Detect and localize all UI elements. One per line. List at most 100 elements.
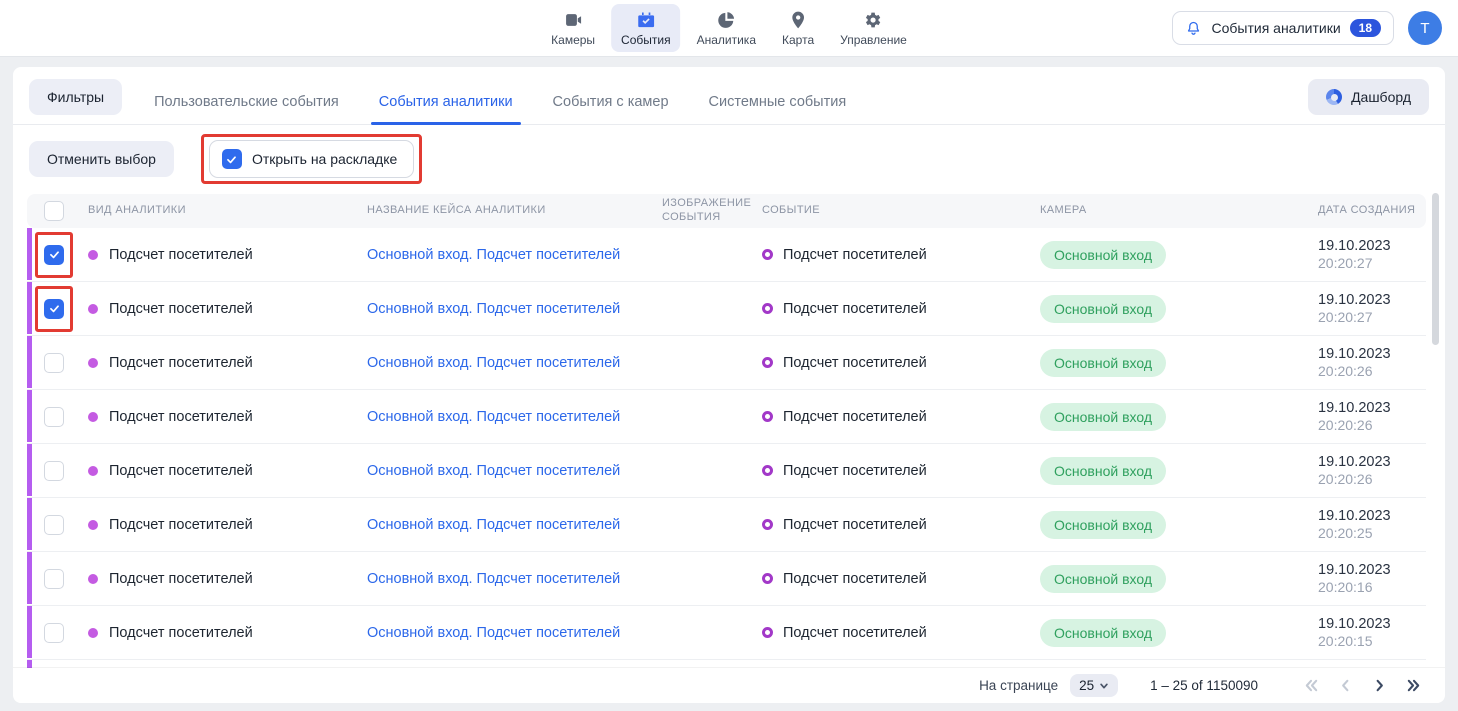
nav-item-map[interactable]: Карта (772, 4, 824, 52)
analytics-case-link[interactable]: Основной вход. Подсчет посетителей (367, 625, 620, 641)
camera-badge[interactable]: Основной вход (1040, 457, 1166, 485)
next-page-button[interactable] (1372, 678, 1387, 693)
camera-badge[interactable]: Основной вход (1040, 241, 1166, 269)
row-checkbox-annotation (44, 407, 64, 427)
notifications-count-badge: 18 (1350, 19, 1381, 37)
analytics-type-label: Подсчет посетителей (109, 625, 253, 641)
camera-badge[interactable]: Основной вход (1040, 349, 1166, 377)
created-time: 20:20:15 (1318, 633, 1373, 649)
event-tabs: Пользовательские события События аналити… (152, 80, 848, 124)
row-checkbox-annotation (44, 515, 64, 535)
camera-badge[interactable]: Основной вход (1040, 565, 1166, 593)
col-header-case-name: НАЗВАНИЕ КЕЙСА АНАЛИТИКИ (367, 204, 662, 218)
event-ring-icon (762, 411, 773, 422)
nav-item-analytics[interactable]: Аналитика (687, 4, 766, 52)
nav-item-events[interactable]: События (611, 4, 681, 52)
col-header-created-date: ДАТА СОЗДАНИЯ (1310, 204, 1426, 218)
vertical-scrollbar[interactable] (1432, 193, 1439, 345)
event-label: Подсчет посетителей (783, 625, 927, 641)
row-checkbox[interactable] (44, 461, 64, 481)
row-checkbox[interactable] (44, 299, 64, 319)
analytics-case-link[interactable]: Основной вход. Подсчет посетителей (367, 409, 620, 425)
analytics-type-label: Подсчет посетителей (109, 355, 253, 371)
table-row: Подсчет посетителей Основной вход. Подсч… (27, 228, 1426, 282)
camera-badge[interactable]: Основной вход (1040, 403, 1166, 431)
dashboard-label: Дашборд (1351, 89, 1411, 105)
per-page-select[interactable]: 25 (1070, 674, 1118, 697)
camera-badge[interactable]: Основной вход (1040, 295, 1166, 323)
analytics-case-link[interactable]: Основной вход. Подсчет посетителей (367, 517, 620, 533)
event-ring-icon (762, 249, 773, 260)
analytics-case-link[interactable]: Основной вход. Подсчет посетителей (367, 571, 620, 587)
last-page-button[interactable] (1406, 678, 1421, 693)
nav-item-cameras[interactable]: Камеры (541, 4, 605, 52)
per-page-label: На странице (979, 678, 1058, 693)
created-time: 20:20:27 (1318, 255, 1373, 271)
event-ring-icon (762, 357, 773, 368)
open-on-layout-checkbox[interactable] (222, 149, 242, 169)
pagination-range-label: 1 – 25 of 1150090 (1150, 678, 1258, 693)
row-checkbox[interactable] (44, 569, 64, 589)
event-ring-icon (762, 519, 773, 530)
table-header: ВИД АНАЛИТИКИ НАЗВАНИЕ КЕЙСА АНАЛИТИКИ И… (27, 194, 1426, 228)
pager (1304, 678, 1421, 693)
analytics-case-link[interactable]: Основной вход. Подсчет посетителей (367, 463, 620, 479)
row-checkbox-annotation (44, 623, 64, 643)
analytics-type-label: Подсчет посетителей (109, 463, 253, 479)
analytics-events-notifications-button[interactable]: События аналитики 18 (1172, 11, 1394, 45)
dashboard-button[interactable]: Дашборд (1308, 79, 1429, 115)
created-date: 19.10.2023 (1318, 508, 1391, 524)
event-ring-icon (762, 627, 773, 638)
row-checkbox[interactable] (44, 245, 64, 265)
event-label: Подсчет посетителей (783, 409, 927, 425)
analytics-type-label: Подсчет посетителей (109, 301, 253, 317)
row-checkbox-annotation (44, 299, 64, 319)
event-ring-icon (762, 303, 773, 314)
nav-label: Камеры (551, 33, 595, 47)
tab-user-events[interactable]: Пользовательские события (152, 80, 341, 124)
pagination-footer: На странице 25 1 – 25 of 1150090 (13, 668, 1445, 703)
event-ring-icon (762, 465, 773, 476)
analytics-type-dot-icon (88, 520, 98, 530)
event-label: Подсчет посетителей (783, 571, 927, 587)
row-checkbox[interactable] (44, 515, 64, 535)
select-all-checkbox[interactable] (44, 201, 64, 221)
analytics-type-dot-icon (88, 358, 98, 368)
nav-item-management[interactable]: Управление (830, 4, 917, 52)
camera-icon (563, 10, 583, 30)
filters-button[interactable]: Фильтры (29, 79, 122, 115)
table-row: Подсчет посетителей Основной вход. Подсч… (27, 552, 1426, 606)
row-checkbox[interactable] (44, 353, 64, 373)
camera-badge[interactable]: Основной вход (1040, 619, 1166, 647)
created-date: 19.10.2023 (1318, 616, 1391, 632)
analytics-type-label: Подсчет посетителей (109, 247, 253, 263)
row-checkbox[interactable] (44, 407, 64, 427)
event-label: Подсчет посетителей (783, 463, 927, 479)
open-on-layout-annotation: Открыть на раскладке (209, 140, 414, 178)
analytics-case-link[interactable]: Основной вход. Подсчет посетителей (367, 301, 620, 317)
created-time: 20:20:26 (1318, 471, 1373, 487)
map-pin-icon (788, 10, 808, 30)
bell-icon (1185, 20, 1202, 37)
open-on-layout-button[interactable]: Открыть на раскладке (209, 140, 414, 178)
tab-camera-events[interactable]: События с камер (551, 80, 671, 124)
first-page-button[interactable] (1304, 678, 1319, 693)
events-table: ВИД АНАЛИТИКИ НАЗВАНИЕ КЕЙСА АНАЛИТИКИ И… (27, 194, 1426, 703)
row-checkbox[interactable] (44, 623, 64, 643)
prev-page-button[interactable] (1338, 678, 1353, 693)
dashboard-donut-icon (1326, 89, 1342, 105)
event-label: Подсчет посетителей (783, 355, 927, 371)
analytics-case-link[interactable]: Основной вход. Подсчет посетителей (367, 247, 620, 263)
tab-analytics-events[interactable]: События аналитики (377, 80, 515, 124)
user-avatar[interactable]: T (1408, 11, 1442, 45)
col-header-event: СОБЫТИЕ (762, 204, 1040, 218)
analytics-case-link[interactable]: Основной вход. Подсчет посетителей (367, 355, 620, 371)
app-header: Камеры События Аналитика Карта Управлени… (0, 0, 1458, 57)
camera-badge[interactable]: Основной вход (1040, 511, 1166, 539)
gear-icon (863, 10, 883, 30)
tab-system-events[interactable]: Системные события (707, 80, 849, 124)
cancel-selection-button[interactable]: Отменить выбор (29, 141, 174, 177)
created-date: 19.10.2023 (1318, 292, 1391, 308)
row-checkbox-annotation (44, 461, 64, 481)
nav-label: Аналитика (697, 33, 756, 47)
